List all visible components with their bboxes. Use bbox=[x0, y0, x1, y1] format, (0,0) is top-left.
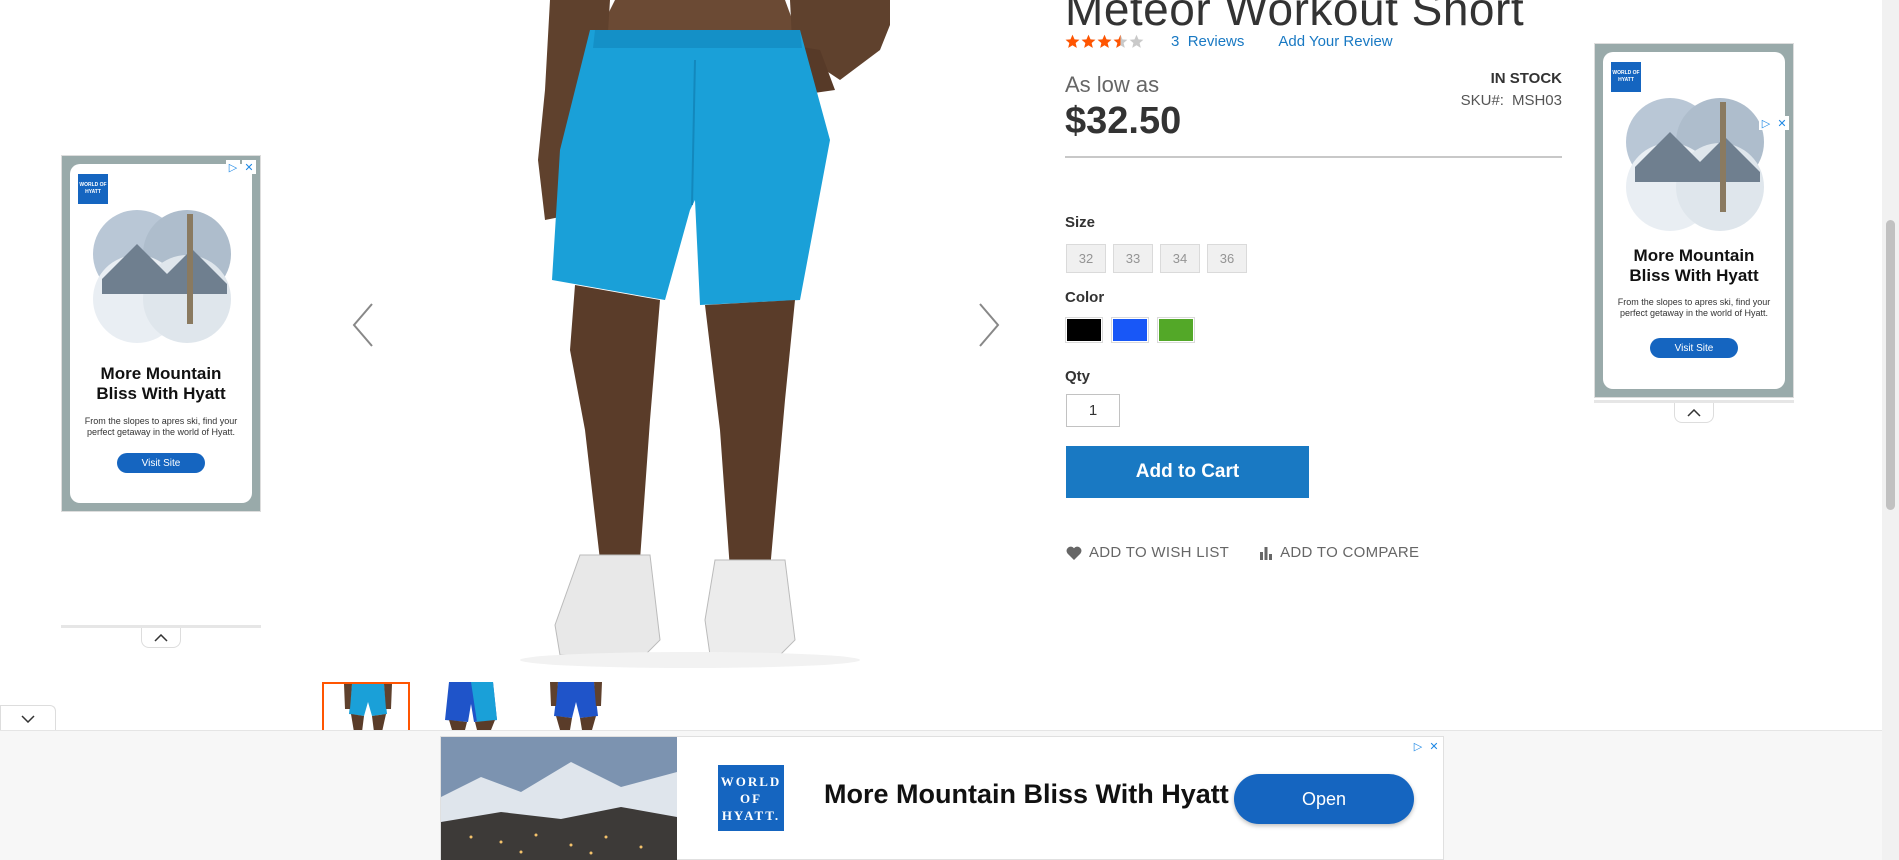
banner-logo: WORLD OF HYATT. bbox=[718, 765, 784, 831]
adchoices-icon[interactable]: ▷ bbox=[226, 160, 240, 174]
ad-headline-2: Bliss With Hyatt bbox=[1629, 266, 1759, 285]
compare-icon bbox=[1260, 546, 1273, 560]
bottom-ad-toggle[interactable] bbox=[0, 705, 56, 731]
ad-image bbox=[1626, 98, 1764, 231]
ad-subtext-2: perfect getaway in the world of Hyatt. bbox=[86, 427, 236, 437]
color-swatch-blue[interactable] bbox=[1111, 317, 1149, 343]
product-main-image bbox=[500, 0, 890, 675]
star-icon bbox=[1065, 34, 1080, 49]
ad-close-icon[interactable]: ✕ bbox=[1775, 116, 1789, 130]
ad-logo: WORLD OF HYATT bbox=[78, 174, 108, 204]
adchoices: ▷ ✕ bbox=[1411, 739, 1441, 753]
star-icon bbox=[1113, 34, 1128, 49]
ad-visit-site-button[interactable]: Visit Site bbox=[117, 453, 205, 473]
scrollbar-thumb[interactable] bbox=[1886, 220, 1895, 510]
ad-collapse-toggle-right[interactable] bbox=[1674, 403, 1714, 423]
ad-logo: WORLD OF HYATT bbox=[1611, 62, 1641, 92]
ad-headline-2: Bliss With Hyatt bbox=[96, 384, 226, 403]
sku-label: SKU#: bbox=[1460, 92, 1504, 109]
bottom-banner-ad[interactable]: WORLD OF HYATT. More Mountain Bliss With… bbox=[440, 736, 1444, 860]
sku: SKU#: MSH03 bbox=[1420, 92, 1562, 109]
thumbnail[interactable] bbox=[532, 682, 620, 730]
chevron-up-icon bbox=[1687, 408, 1701, 417]
banner-photo bbox=[441, 737, 677, 860]
side-ad-left[interactable]: WORLD OF HYATT More Mountain Bliss With … bbox=[61, 155, 261, 512]
color-swatch-black[interactable] bbox=[1065, 317, 1103, 343]
star-icon bbox=[1097, 34, 1112, 49]
size-option[interactable]: 34 bbox=[1160, 244, 1200, 273]
compare-label: Add to Compare bbox=[1280, 544, 1420, 561]
size-label: Size bbox=[1065, 214, 1096, 231]
page-scrollbar[interactable] bbox=[1882, 0, 1899, 860]
wishlist-label: Add to Wish List bbox=[1089, 544, 1230, 561]
size-option[interactable]: 36 bbox=[1207, 244, 1247, 273]
ad-close-icon[interactable]: ✕ bbox=[1427, 739, 1441, 753]
ad-subtext-1: From the slopes to apres ski, find your bbox=[84, 416, 238, 426]
ad-subtext-2: perfect getaway in the world of Hyatt. bbox=[1619, 308, 1769, 318]
gallery-prev-arrow[interactable] bbox=[348, 300, 378, 350]
thumbnail[interactable] bbox=[427, 682, 515, 730]
ad-visit-site-button[interactable]: Visit Site bbox=[1650, 338, 1738, 358]
product-title: Meteor Workout Short bbox=[1065, 0, 1525, 35]
qty-input[interactable] bbox=[1066, 394, 1120, 427]
adchoices-icon[interactable]: ▷ bbox=[1411, 739, 1425, 753]
adchoices-icon[interactable]: ▷ bbox=[1759, 116, 1773, 130]
size-options: 32 33 34 36 bbox=[1066, 244, 1247, 273]
add-to-compare-link[interactable]: Add to Compare bbox=[1259, 544, 1419, 561]
ad-collapse-toggle-left[interactable] bbox=[141, 628, 181, 648]
rating-summary: 3 Reviews Add Your Review bbox=[1065, 33, 1393, 50]
price-label: As low as bbox=[1065, 72, 1160, 97]
gallery-thumbnails bbox=[322, 682, 620, 730]
ad-image bbox=[93, 210, 231, 343]
product-actions: Add to Wish List Add to Compare bbox=[1066, 544, 1419, 561]
color-swatch-green[interactable] bbox=[1157, 317, 1195, 343]
banner-logo-line: OF bbox=[739, 790, 763, 806]
adchoices: ▷ ✕ bbox=[226, 160, 256, 174]
rating-stars bbox=[1065, 34, 1144, 49]
ad-card: WORLD OF HYATT More Mountain Bliss With … bbox=[1603, 52, 1785, 389]
gallery-next-arrow[interactable] bbox=[974, 300, 1004, 350]
ad-subtext-1: From the slopes to apres ski, find your bbox=[1617, 297, 1771, 307]
ad-card: WORLD OF HYATT More Mountain Bliss With … bbox=[70, 164, 252, 503]
add-review-link[interactable]: Add Your Review bbox=[1278, 33, 1392, 50]
product-price: $32.50 bbox=[1065, 100, 1182, 142]
ad-headline-1: More Mountain bbox=[100, 364, 222, 383]
star-icon bbox=[1129, 34, 1144, 49]
qty-label: Qty bbox=[1065, 368, 1091, 385]
size-option[interactable]: 32 bbox=[1066, 244, 1106, 273]
adchoices: ▷ ✕ bbox=[1759, 116, 1789, 130]
side-ad-right[interactable]: WORLD OF HYATT More Mountain Bliss With … bbox=[1594, 43, 1794, 398]
ad-headline-1: More Mountain bbox=[1633, 246, 1755, 265]
sku-value: MSH03 bbox=[1511, 92, 1562, 109]
add-to-cart-button[interactable]: Add to Cart bbox=[1066, 446, 1309, 498]
reviews-link[interactable]: 3 Reviews bbox=[1171, 33, 1244, 50]
banner-logo-line: WORLD bbox=[720, 773, 782, 789]
color-label: Color bbox=[1065, 289, 1105, 306]
chevron-down-icon bbox=[21, 714, 35, 723]
ad-close-icon[interactable]: ✕ bbox=[242, 160, 256, 174]
add-to-wishlist-link[interactable]: Add to Wish List bbox=[1066, 544, 1229, 561]
heart-icon bbox=[1066, 546, 1082, 560]
divider bbox=[1065, 156, 1562, 158]
thumbnail[interactable] bbox=[322, 682, 410, 730]
banner-headline: More Mountain Bliss With Hyatt bbox=[824, 779, 1229, 809]
chevron-up-icon bbox=[154, 633, 168, 642]
banner-logo-line: HYATT. bbox=[721, 807, 781, 823]
color-options bbox=[1065, 317, 1195, 343]
star-icon bbox=[1081, 34, 1096, 49]
banner-open-button[interactable]: Open bbox=[1234, 774, 1414, 824]
stock-status: IN STOCK bbox=[1490, 70, 1562, 87]
size-option[interactable]: 33 bbox=[1113, 244, 1153, 273]
